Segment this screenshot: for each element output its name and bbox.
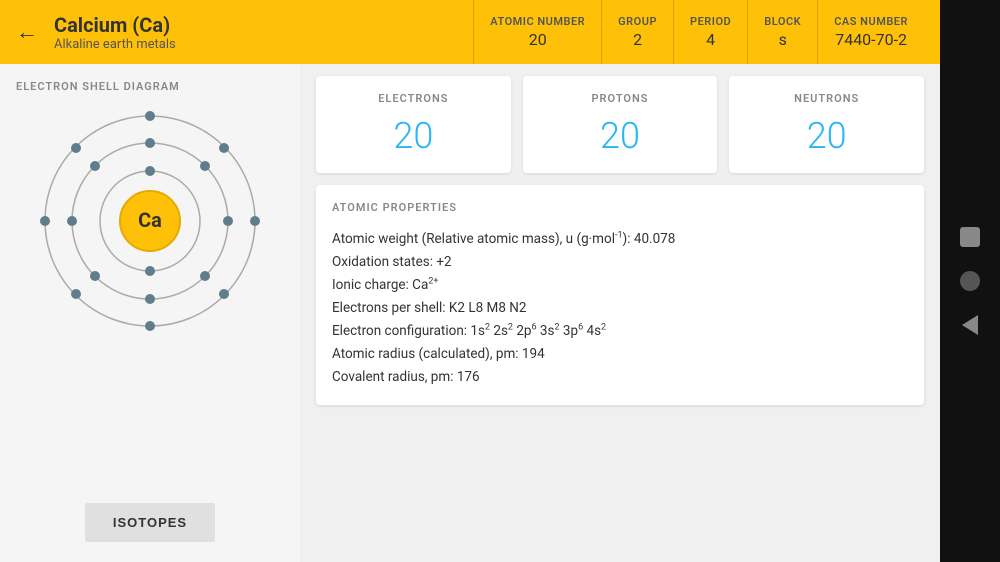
electrons-card: ELECTRONS 20: [316, 76, 511, 173]
stat-cas-number-label: CAS NUMBER: [834, 15, 908, 28]
phone-chrome: [940, 0, 1000, 562]
neutrons-card: NEUTRONS 20: [729, 76, 924, 173]
diagram-label: ELECTRON SHELL DIAGRAM: [16, 80, 180, 93]
stat-cas-number-value: 7440-70-2: [835, 30, 907, 49]
neutrons-value: 20: [807, 115, 847, 157]
header-title: Calcium (Ca) Alkaline earth metals: [54, 13, 176, 52]
electrons-value: 20: [393, 115, 433, 157]
right-panel: ELECTRONS 20 PROTONS 20 NEUTRONS 20 ATOM…: [300, 64, 940, 562]
protons-label: PROTONS: [592, 92, 649, 105]
stat-period-value: 4: [706, 30, 715, 49]
property-covalent-radius: Covalent radius, pm: 176: [332, 366, 908, 389]
stat-group-label: GROUP: [618, 15, 657, 28]
particles-row: ELECTRONS 20 PROTONS 20 NEUTRONS 20: [316, 76, 924, 173]
property-oxidation-states: Oxidation states: +2: [332, 251, 908, 274]
stat-group: GROUP 2: [601, 0, 673, 64]
electron-shell-diagram: Ca: [40, 111, 260, 331]
header: ← Calcium (Ca) Alkaline earth metals ATO…: [0, 0, 940, 64]
stat-atomic-number-label: ATOMIC NUMBER: [490, 15, 585, 28]
svg-text:Ca: Ca: [138, 208, 162, 232]
header-stats: ATOMIC NUMBER 20 GROUP 2 PERIOD 4 BLOCK …: [473, 0, 924, 64]
stat-period: PERIOD 4: [673, 0, 747, 64]
element-category: Alkaline earth metals: [54, 37, 176, 52]
back-hardware-button[interactable]: [962, 315, 978, 335]
properties-card: ATOMIC PROPERTIES Atomic weight (Relativ…: [316, 185, 924, 405]
property-ionic-charge: Ionic charge: Ca2+: [332, 274, 908, 297]
property-electron-config: Electron configuration: 1s2 2s2 2p6 3s2 …: [332, 320, 908, 343]
body-area: ELECTRON SHELL DIAGRAM Ca: [0, 64, 940, 562]
stat-atomic-number-value: 20: [529, 30, 547, 49]
isotopes-button[interactable]: ISOTOPES: [85, 503, 215, 542]
element-name: Calcium (Ca): [54, 13, 176, 37]
property-electrons-per-shell: Electrons per shell: K2 L8 M8 N2: [332, 297, 908, 320]
neutrons-label: NEUTRONS: [794, 92, 859, 105]
properties-title: ATOMIC PROPERTIES: [332, 201, 908, 214]
home-button[interactable]: [960, 271, 980, 291]
electrons-label: ELECTRONS: [378, 92, 448, 105]
recent-apps-button[interactable]: [960, 227, 980, 247]
main-content: ← Calcium (Ca) Alkaline earth metals ATO…: [0, 0, 940, 562]
stat-period-label: PERIOD: [690, 15, 731, 28]
stat-atomic-number: ATOMIC NUMBER 20: [473, 0, 601, 64]
property-atomic-weight: Atomic weight (Relative atomic mass), u …: [332, 228, 908, 251]
stat-block-label: BLOCK: [764, 15, 801, 28]
stat-block: BLOCK s: [747, 0, 817, 64]
back-button[interactable]: ←: [16, 19, 38, 45]
stat-cas-number: CAS NUMBER 7440-70-2: [817, 0, 924, 64]
protons-value: 20: [600, 115, 640, 157]
left-panel: ELECTRON SHELL DIAGRAM Ca: [0, 64, 300, 562]
protons-card: PROTONS 20: [523, 76, 718, 173]
stat-group-value: 2: [633, 30, 642, 49]
stat-block-value: s: [779, 30, 787, 49]
property-atomic-radius: Atomic radius (calculated), pm: 194: [332, 343, 908, 366]
